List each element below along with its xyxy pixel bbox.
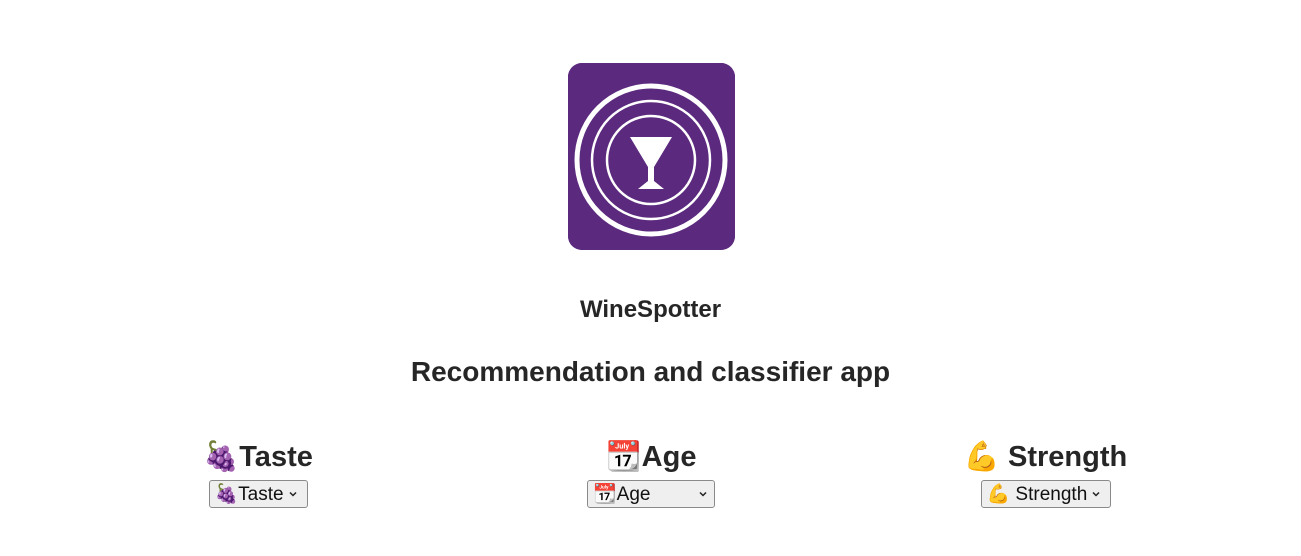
age-select-value: 📆Age <box>593 484 651 505</box>
taste-filter: 🍇Taste 🍇Taste <box>203 440 313 508</box>
app-title: WineSpotter <box>579 296 722 323</box>
chevron-down-icon <box>1092 491 1100 497</box>
age-select[interactable]: 📆Age <box>587 480 715 508</box>
chevron-down-icon <box>699 491 707 497</box>
age-label: 📆Age <box>605 441 697 473</box>
page: WineSpotter Recommendation and classifie… <box>0 0 1301 556</box>
taste-select-value: 🍇Taste <box>214 484 284 505</box>
app-subtitle: Recommendation and classifier app <box>410 356 891 387</box>
strength-select[interactable]: 💪 Strength <box>980 480 1111 508</box>
taste-select[interactable]: 🍇Taste <box>208 480 308 508</box>
app-logo <box>568 63 735 250</box>
strength-filter: 💪 Strength 💪 Strength <box>964 440 1127 508</box>
strength-select-value: 💪 Strength <box>986 484 1088 505</box>
age-filter: 📆Age 📆Age <box>586 440 716 508</box>
chevron-down-icon <box>289 491 297 497</box>
strength-label: 💪 Strength <box>963 441 1128 473</box>
taste-label: 🍇Taste <box>203 441 313 473</box>
wine-glass-icon <box>568 63 735 250</box>
